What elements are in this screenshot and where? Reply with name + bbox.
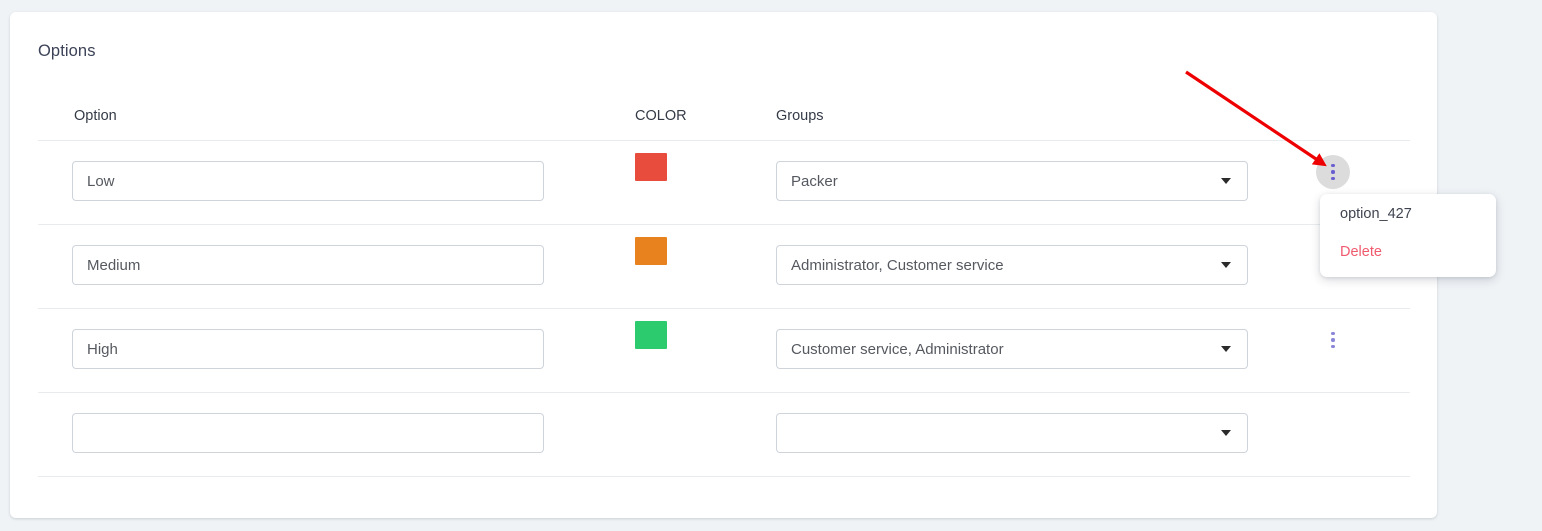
option-name-input[interactable] (72, 329, 544, 369)
color-swatch[interactable] (635, 153, 667, 181)
chevron-down-icon (1221, 430, 1231, 436)
groups-select[interactable]: Administrator, Customer service (776, 245, 1248, 285)
column-header-color: COLOR (635, 108, 687, 124)
table-row: Customer service, Administrator (38, 309, 1410, 393)
options-card: Options Option COLOR Groups Packer (10, 12, 1437, 518)
groups-select[interactable]: Customer service, Administrator (776, 329, 1248, 369)
row-menu-button[interactable] (1316, 155, 1350, 189)
chevron-down-icon (1221, 346, 1231, 352)
kebab-menu-icon (1331, 338, 1335, 342)
option-name-input[interactable] (72, 413, 544, 453)
groups-select-value: Customer service, Administrator (791, 340, 1004, 358)
chevron-down-icon (1221, 262, 1231, 268)
page-title: Options (38, 42, 96, 60)
option-name-input[interactable] (72, 161, 544, 201)
column-header-option: Option (74, 108, 117, 124)
kebab-menu-icon (1331, 331, 1335, 336)
option-name-input[interactable] (72, 245, 544, 285)
kebab-menu-icon (1331, 344, 1335, 349)
table-row-new (38, 393, 1410, 477)
color-swatch[interactable] (635, 237, 667, 265)
table-header-row: Option COLOR Groups (38, 94, 1410, 141)
groups-select-value: Administrator, Customer service (791, 256, 1004, 274)
groups-select[interactable] (776, 413, 1248, 453)
kebab-menu-icon (1331, 176, 1335, 181)
table-row: Packer (38, 141, 1410, 225)
column-header-groups: Groups (776, 108, 824, 124)
chevron-down-icon (1221, 178, 1231, 184)
groups-select-value: Packer (791, 172, 838, 190)
table-row: Administrator, Customer service (38, 225, 1410, 309)
row-context-menu: option_427 Delete (1320, 194, 1496, 277)
kebab-menu-icon (1331, 170, 1335, 174)
options-table: Option COLOR Groups Packer Administrator… (38, 94, 1410, 477)
kebab-menu-icon (1331, 163, 1335, 168)
context-menu-title: option_427 (1340, 206, 1412, 222)
groups-select[interactable]: Packer (776, 161, 1248, 201)
context-menu-delete[interactable]: Delete (1340, 244, 1382, 260)
color-swatch[interactable] (635, 321, 667, 349)
row-menu-button[interactable] (1316, 323, 1350, 357)
